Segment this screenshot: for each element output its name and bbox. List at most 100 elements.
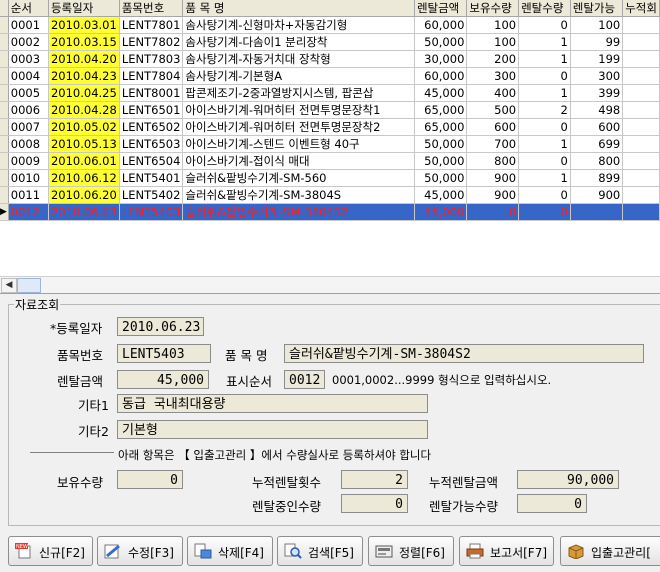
item-name-field[interactable]: 슬러쉬&팥빙수기계-SM-3804S2 <box>284 344 644 363</box>
table-cell[interactable]: 300 <box>466 67 520 85</box>
table-cell[interactable]: LENT6504 <box>119 152 184 170</box>
sort-button[interactable]: 정렬[F6] <box>368 536 454 566</box>
table-cell[interactable]: 2010.06.23 <box>48 203 120 221</box>
table-cell[interactable]: 60,000 <box>414 16 468 34</box>
row-indicator[interactable] <box>0 101 9 119</box>
table-cell[interactable]: 100 <box>466 16 520 34</box>
delete-button[interactable]: 삭제[F4] <box>187 536 273 566</box>
table-cell[interactable] <box>622 33 660 51</box>
item-no-field[interactable]: LENT5403 <box>117 344 211 363</box>
table-cell[interactable]: 65,000 <box>414 101 468 119</box>
table-cell[interactable]: 0003 <box>8 50 49 68</box>
table-cell[interactable]: LENT5403 <box>119 203 184 221</box>
table-cell[interactable]: 500 <box>466 101 520 119</box>
table-cell[interactable]: 60,000 <box>414 67 468 85</box>
scroll-thumb[interactable] <box>17 278 41 293</box>
table-cell[interactable]: 0008 <box>8 135 49 153</box>
table-cell[interactable]: 50,000 <box>414 152 468 170</box>
table-cell[interactable]: 슬러쉬&팥빙수기계-SM-3804S2 <box>182 203 415 221</box>
table-cell[interactable]: 2010.04.23 <box>48 67 120 85</box>
column-header[interactable]: 렌탈금액 <box>414 0 468 17</box>
column-header[interactable]: 품목번호 <box>119 0 184 17</box>
table-cell[interactable]: 0009 <box>8 152 49 170</box>
table-cell[interactable]: 2010.06.12 <box>48 169 120 187</box>
table-cell[interactable]: 900 <box>466 186 520 204</box>
table-cell[interactable]: 솜사탕기계-다솜이1 분리장착 <box>182 33 415 51</box>
row-indicator[interactable] <box>0 33 9 51</box>
table-cell[interactable]: LENT7801 <box>119 16 184 34</box>
table-cell[interactable]: 2010.03.01 <box>48 16 120 34</box>
table-cell[interactable]: 0 <box>518 203 571 221</box>
table-cell[interactable]: 1 <box>518 84 571 102</box>
column-header[interactable]: 렌탈가능 <box>570 0 624 17</box>
table-cell[interactable]: 2010.05.02 <box>48 118 120 136</box>
table-row[interactable]: 0001 2010.03.01 LENT7801 솜사탕기계-신형마차+자동감기형 60… <box>0 16 660 34</box>
edit-button[interactable]: 수정[F3] <box>97 536 183 566</box>
table-row[interactable]: 0011 2010.06.20 LENT5402 슬러쉬&팥빙수기계-SM-3804S… <box>0 186 660 204</box>
table-cell[interactable]: LENT5402 <box>119 186 184 204</box>
table-cell[interactable] <box>622 203 660 221</box>
column-header[interactable]: 품 목 명 <box>182 0 415 17</box>
row-indicator[interactable] <box>0 186 9 204</box>
column-header[interactable]: 누적회 <box>622 0 660 17</box>
table-cell[interactable]: 30,000 <box>414 50 468 68</box>
table-cell[interactable]: 45,000 <box>414 84 468 102</box>
table-cell[interactable]: 100 <box>570 16 624 34</box>
table-cell[interactable]: 600 <box>466 118 520 136</box>
table-cell[interactable]: 2010.04.20 <box>48 50 120 68</box>
column-header[interactable]: 렌탈수량 <box>518 0 571 17</box>
table-cell[interactable]: 99 <box>570 33 624 51</box>
table-cell[interactable]: 0011 <box>8 186 49 204</box>
report-button[interactable]: 보고서[F7] <box>459 536 554 566</box>
row-indicator[interactable] <box>0 50 9 68</box>
table-cell[interactable]: LENT6501 <box>119 101 184 119</box>
table-cell[interactable]: 슬러쉬&팥빙수기계-SM-560 <box>182 169 415 187</box>
table-cell[interactable]: 199 <box>570 50 624 68</box>
table-cell[interactable] <box>622 169 660 187</box>
table-cell[interactable]: 1 <box>518 33 571 51</box>
column-header[interactable]: 보유수량 <box>466 0 520 17</box>
table-cell[interactable]: LENT5401 <box>119 169 184 187</box>
etc2-field[interactable]: 기본형 <box>117 420 428 439</box>
table-cell[interactable] <box>570 203 624 221</box>
table-cell[interactable]: 2010.04.28 <box>48 101 120 119</box>
table-cell[interactable]: 699 <box>570 135 624 153</box>
table-cell[interactable]: LENT8001 <box>119 84 184 102</box>
table-cell[interactable] <box>622 135 660 153</box>
table-cell[interactable] <box>622 118 660 136</box>
table-cell[interactable]: 700 <box>466 135 520 153</box>
table-cell[interactable]: 솜사탕기계-자동거치대 장착형 <box>182 50 415 68</box>
table-cell[interactable]: 1 <box>518 50 571 68</box>
table-cell[interactable] <box>622 101 660 119</box>
table-cell[interactable]: 2010.06.20 <box>48 186 120 204</box>
table-cell[interactable]: 0 <box>518 67 571 85</box>
table-cell[interactable]: 45,000 <box>414 186 468 204</box>
table-cell[interactable]: 800 <box>570 152 624 170</box>
data-grid[interactable]: 순서 등록일자 품목번호 품 목 명 렌탈금액 보유수량 렌탈수량 렌탈가능 누적회 0001 2… <box>0 0 660 294</box>
table-cell[interactable]: 0 <box>518 118 571 136</box>
table-cell[interactable]: 400 <box>466 84 520 102</box>
table-cell[interactable]: 0006 <box>8 101 49 119</box>
search-button[interactable]: 검색[F5] <box>277 536 363 566</box>
table-cell[interactable]: 45,000 <box>414 203 468 221</box>
table-cell[interactable]: 2010.04.25 <box>48 84 120 102</box>
table-cell[interactable]: 50,000 <box>414 169 468 187</box>
table-row[interactable]: 0008 2010.05.13 LENT6503 아이스바기계-스텐드 이벤트형 40… <box>0 135 660 153</box>
order-field[interactable]: 0012 <box>284 370 325 389</box>
row-indicator[interactable] <box>0 16 9 34</box>
table-cell[interactable]: 1 <box>518 169 571 187</box>
row-indicator[interactable] <box>0 67 9 85</box>
row-indicator[interactable]: ▶ <box>0 203 9 221</box>
table-cell[interactable]: 899 <box>570 169 624 187</box>
table-row[interactable]: 0004 2010.04.23 LENT7804 솜사탕기계-기본형A 60,000 30… <box>0 67 660 85</box>
table-cell[interactable]: 팝콘제조기-2중과열방지시스템, 팝콘삽 <box>182 84 415 102</box>
table-cell[interactable]: LENT7803 <box>119 50 184 68</box>
table-cell[interactable] <box>622 16 660 34</box>
etc1-field[interactable]: 동급 국내최대용량 <box>117 394 428 413</box>
table-cell[interactable]: 솜사탕기계-신형마차+자동감기형 <box>182 16 415 34</box>
table-cell[interactable]: 900 <box>466 169 520 187</box>
table-cell[interactable]: 1 <box>518 135 571 153</box>
table-cell[interactable]: 아이스바기계-워머히터 전면투명문장착2 <box>182 118 415 136</box>
table-cell[interactable]: 800 <box>466 152 520 170</box>
table-cell[interactable]: 0012 <box>8 203 49 221</box>
